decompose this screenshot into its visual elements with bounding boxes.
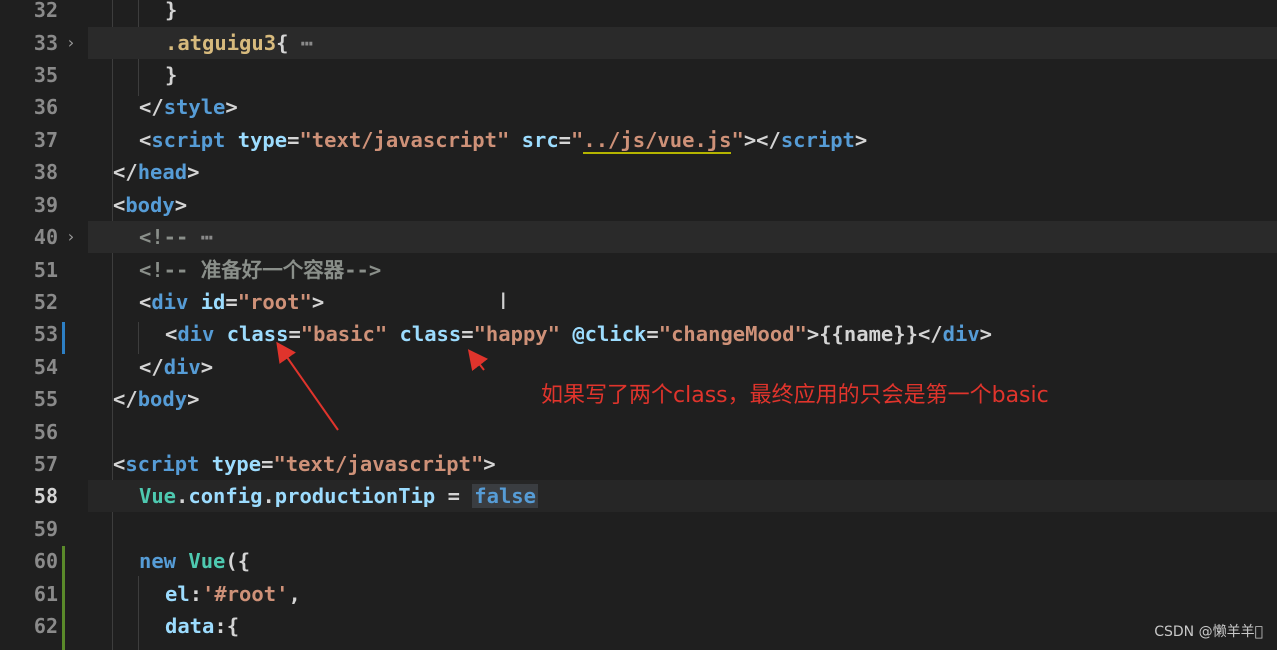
annotation-arrow (276, 341, 339, 431)
code-editor[interactable]: 32 } 33 › .atguigu3{ ⋯ 35 } 36 </style> … (0, 0, 1277, 650)
annotation-arrow (467, 349, 489, 372)
watermark: CSDN @懒羊羊  (1154, 624, 1263, 640)
annotation-text: 如果写了两个class，最终应用的只会是第一个basic (541, 383, 1049, 408)
annotation-arrows (276, 341, 489, 431)
